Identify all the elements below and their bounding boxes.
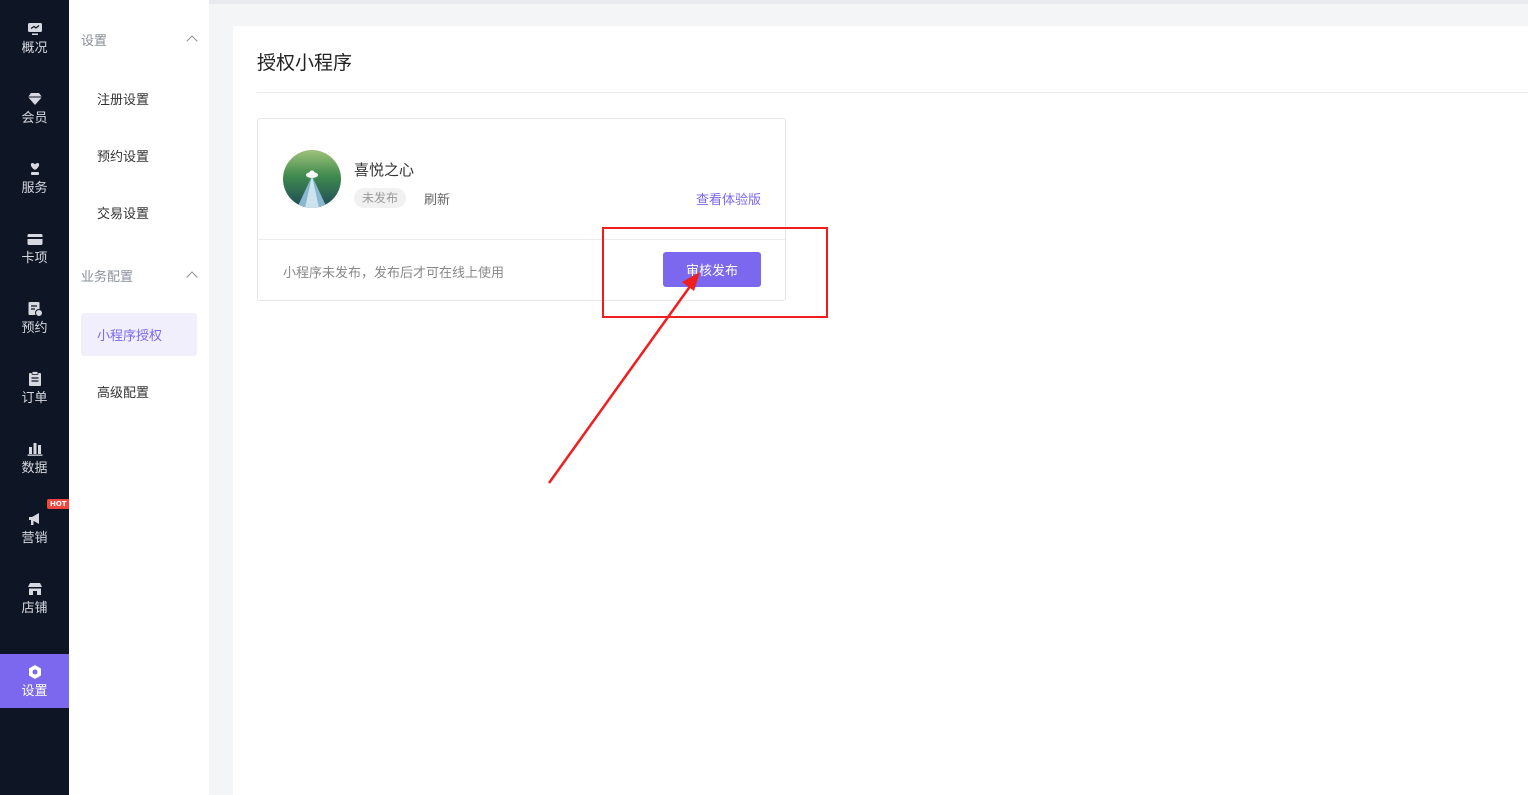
nav-item-cards[interactable]: 卡项: [0, 221, 69, 275]
submenu-item-booking-settings[interactable]: 预约设置: [81, 134, 197, 177]
view-trial-link[interactable]: 查看体验版: [696, 189, 761, 208]
refresh-link[interactable]: 刷新: [424, 189, 450, 208]
bar-chart-icon: [26, 440, 44, 458]
title-divider: [257, 92, 1528, 93]
main-panel: 授权小程序 喜悦之心 未发布 刷新 查看体验版 小程序未发布，发布后才可在线上使…: [233, 26, 1528, 795]
settings-submenu: 设置 注册设置 预约设置 交易设置 业务配置 小程序授权 高级配置: [69, 0, 209, 795]
nav-label: 卡项: [21, 251, 48, 266]
submenu-item-miniprogram-auth[interactable]: 小程序授权: [81, 313, 197, 356]
submenu-item-label: 预约设置: [97, 150, 150, 165]
nav-item-data[interactable]: 数据: [0, 431, 69, 485]
nav-label: 预约: [21, 321, 48, 336]
group-label: 设置: [81, 33, 108, 49]
nav-item-services[interactable]: 服务: [0, 151, 69, 205]
nav-item-members[interactable]: 会员: [0, 81, 69, 135]
submenu-item-advanced-config[interactable]: 高级配置: [81, 370, 197, 413]
megaphone-icon: [26, 510, 44, 528]
nav-item-marketing[interactable]: HOT 营销: [0, 499, 70, 555]
chevron-up-icon: [186, 271, 198, 283]
publish-hint: 小程序未发布，发布后才可在线上使用: [283, 266, 505, 281]
submenu-item-label: 高级配置: [97, 386, 150, 401]
nav-label: 数据: [21, 461, 48, 476]
group-label: 业务配置: [81, 269, 134, 285]
store-icon: [26, 580, 44, 598]
app-name: 喜悦之心: [354, 161, 415, 179]
monitor-icon: [26, 20, 44, 38]
submenu-group-settings[interactable]: 设置: [69, 19, 209, 59]
nav-label: 概况: [21, 41, 48, 56]
nav-item-store[interactable]: 店铺: [0, 571, 69, 625]
page-title: 授权小程序: [257, 52, 353, 74]
heart-hand-icon: [26, 160, 44, 178]
gear-icon: [26, 663, 44, 681]
highlight-box: [602, 227, 828, 318]
hot-badge: HOT: [47, 499, 70, 509]
submenu-item-label: 注册设置: [97, 93, 150, 108]
nav-label: 会员: [21, 111, 48, 126]
nav-label: 营销: [21, 531, 48, 546]
nav-item-settings[interactable]: 设置: [0, 654, 69, 708]
calendar-clock-icon: [26, 300, 44, 318]
card-icon: [26, 230, 44, 248]
nav-label: 店铺: [21, 601, 48, 616]
nav-label: 设置: [21, 684, 48, 699]
submenu-group-business-config[interactable]: 业务配置: [69, 255, 209, 295]
nav-item-booking[interactable]: 预约: [0, 291, 69, 345]
submenu-item-trade-settings[interactable]: 交易设置: [81, 191, 197, 234]
chevron-up-icon: [186, 35, 198, 47]
nav-label: 订单: [21, 391, 48, 406]
nav-label: 服务: [21, 181, 48, 196]
submenu-item-register-settings[interactable]: 注册设置: [81, 77, 197, 120]
top-strip: [209, 0, 1528, 4]
app-avatar: [283, 150, 341, 208]
submenu-item-label: 小程序授权: [97, 329, 163, 344]
left-nav: 概况 会员 服务 卡项 预约 订单 数据 HOT 营销 店铺 设置: [0, 0, 70, 795]
clipboard-icon: [26, 370, 44, 388]
status-badge: 未发布: [354, 188, 407, 208]
nav-item-orders[interactable]: 订单: [0, 361, 69, 415]
diamond-icon: [26, 90, 44, 108]
nav-item-overview[interactable]: 概况: [0, 11, 69, 65]
submenu-item-label: 交易设置: [97, 207, 150, 222]
